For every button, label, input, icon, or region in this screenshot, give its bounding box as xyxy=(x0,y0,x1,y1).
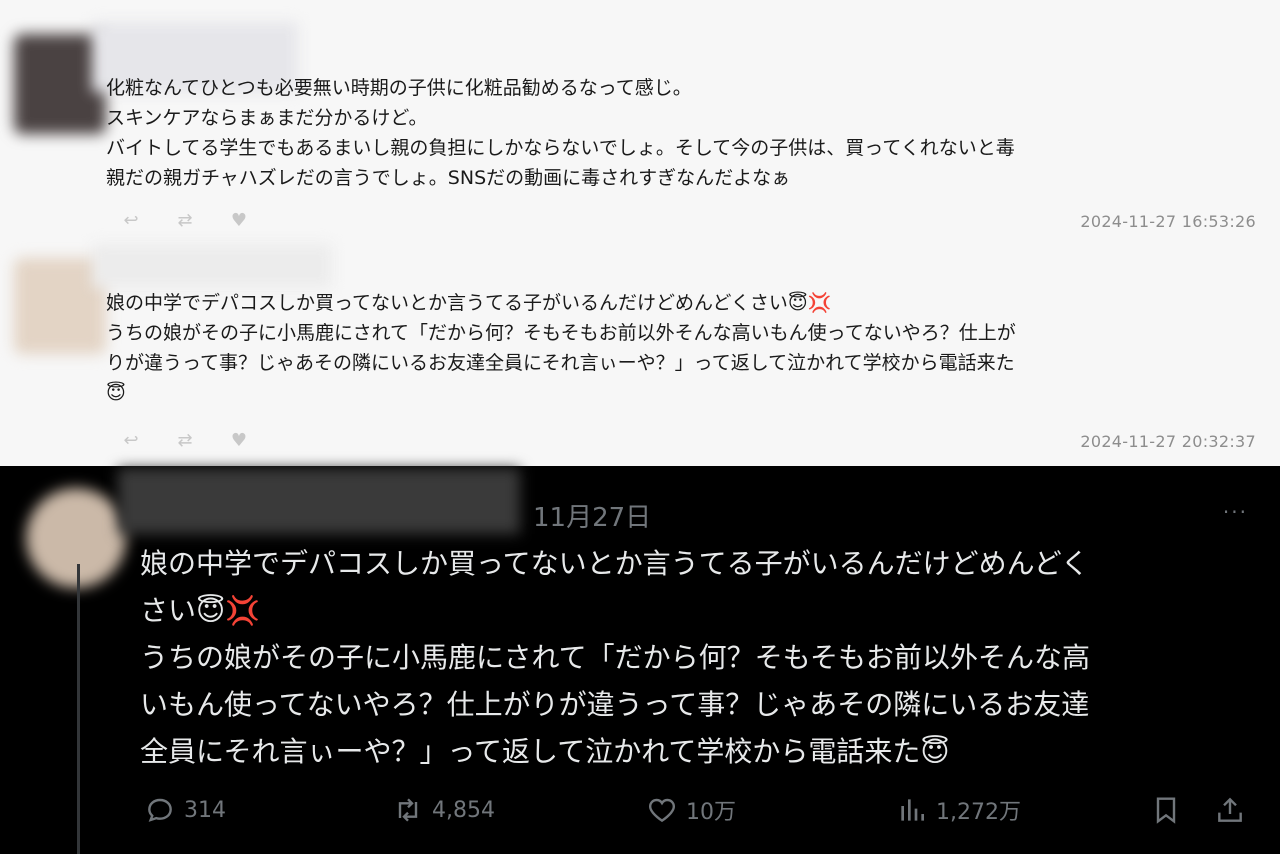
timestamp: 2024-11-27 20:32:37 xyxy=(1080,432,1256,451)
reply-count: 314 xyxy=(184,797,226,823)
bookmark-icon xyxy=(1156,797,1176,824)
light-comments-section: 化粧なんてひとつも必要無い時期の子供に化粧品勧めるなって感じ。 スキンケアならま… xyxy=(0,0,1280,466)
tweet-card: 11月27日 ··· 娘の中学でデパコスしか買ってないとか言うてる子がいるんだけ… xyxy=(0,466,1280,854)
reply-icon[interactable]: ↩ xyxy=(118,430,144,451)
views-button[interactable]: 1,272万 xyxy=(896,794,1021,826)
retweet-count: 4,854 xyxy=(432,797,495,823)
username-redacted xyxy=(92,244,332,288)
share-icon xyxy=(1218,797,1242,822)
reply-icon xyxy=(148,798,172,822)
retweet-icon xyxy=(398,798,418,822)
more-options-icon[interactable]: ··· xyxy=(1223,500,1248,524)
thread-line xyxy=(77,564,80,854)
comment-actions: ↩ ⇄ ♥ xyxy=(118,210,252,231)
bookmark-button[interactable] xyxy=(1150,794,1182,826)
reply-button[interactable]: 314 xyxy=(144,794,226,826)
retweet-button[interactable]: 4,854 xyxy=(392,794,495,826)
avatar[interactable] xyxy=(26,488,126,588)
heart-icon xyxy=(649,798,675,823)
heart-icon[interactable]: ♥ xyxy=(226,430,252,451)
retweet-icon[interactable]: ⇄ xyxy=(172,210,198,231)
reply-icon[interactable]: ↩ xyxy=(118,210,144,231)
like-count: 10万 xyxy=(686,800,736,825)
like-button[interactable]: 10万 xyxy=(646,794,736,826)
timestamp: 2024-11-27 16:53:26 xyxy=(1080,212,1256,231)
tweet-date[interactable]: 11月27日 xyxy=(533,497,651,534)
share-button[interactable] xyxy=(1214,794,1246,826)
comment-text: 化粧なんてひとつも必要無い時期の子供に化粧品勧めるなって感じ。 スキンケアならま… xyxy=(106,77,1015,189)
comment-text: 娘の中学でデパコスしか買ってないとか言うてる子がいるんだけどめんどくさい😇💢 う… xyxy=(106,292,1016,404)
views-count: 1,272万 xyxy=(936,800,1021,825)
display-name-redacted xyxy=(118,468,520,534)
comment-actions: ↩ ⇄ ♥ xyxy=(118,430,252,451)
heart-icon[interactable]: ♥ xyxy=(226,210,252,231)
retweet-icon[interactable]: ⇄ xyxy=(172,430,198,451)
analytics-icon xyxy=(901,799,924,821)
tweet-text: 娘の中学でデパコスしか買ってないとか言うてる子がいるんだけどめんどく さい😇💢 … xyxy=(140,547,1091,768)
